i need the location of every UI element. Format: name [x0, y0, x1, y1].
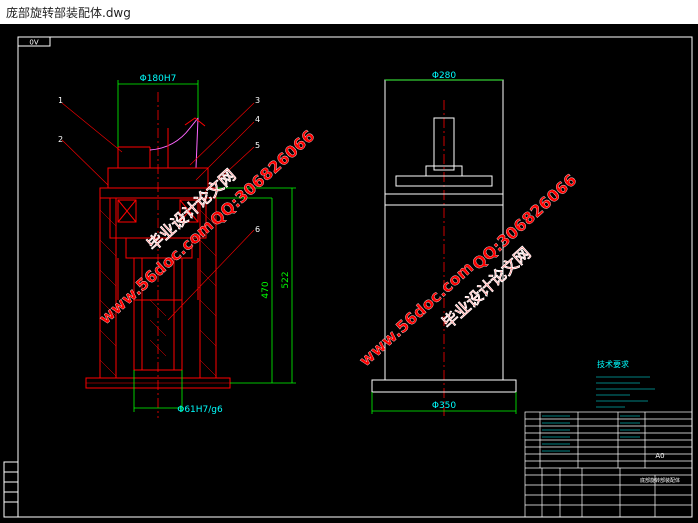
corner-tag: 0V: [29, 39, 38, 47]
title-block-sheet: A0: [655, 452, 664, 460]
tech-requirements: 技术要求: [596, 359, 655, 408]
title-block: [524, 411, 693, 518]
dim-h522-label: 522: [281, 271, 291, 288]
dim-d61-label: Φ61H7/g6: [177, 405, 223, 415]
window-title: 庞部旋转部装配体.dwg: [6, 6, 131, 20]
title-block-drawing-name: 底部旋转部装配体: [640, 477, 680, 484]
window-titlebar: 庞部旋转部装配体.dwg: [0, 0, 698, 24]
dim-d280-label: Φ280: [432, 71, 457, 81]
balloon-1: 1: [58, 96, 63, 105]
corner-tag-box: 0V: [17, 36, 51, 47]
balloon-5: 5: [255, 141, 260, 150]
balloon-3: 3: [255, 96, 260, 105]
tech-title: 技术要求: [597, 359, 629, 369]
dim-d350-label: Φ350: [432, 401, 457, 411]
dim-h470-label: 470: [261, 281, 271, 298]
balloon-2: 2: [58, 135, 63, 144]
dim-d180-label: Φ180H7: [140, 74, 177, 84]
cad-drawing-canvas[interactable]: 0V Φ180H7 Φ61H7/g6 470 522 1 2 3 4 5 6 Φ…: [0, 24, 698, 523]
balloon-6: 6: [255, 225, 260, 234]
balloon-4: 4: [255, 115, 260, 124]
